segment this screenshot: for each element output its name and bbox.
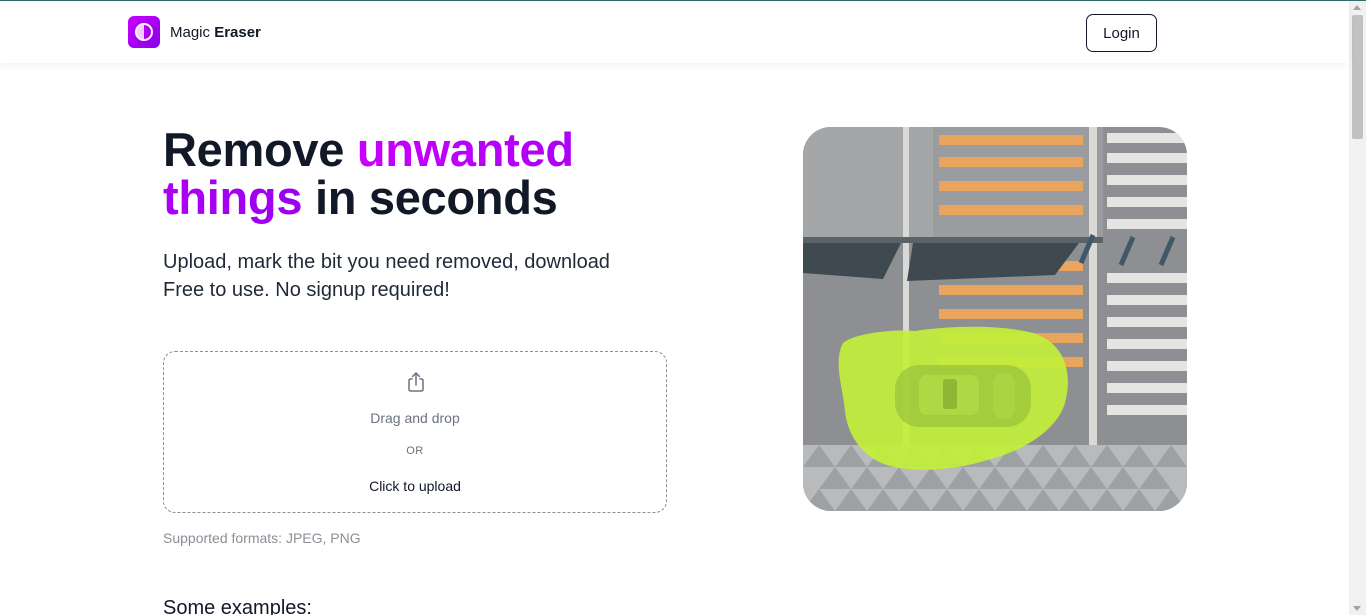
or-separator: OR [406, 445, 424, 457]
hero-subtitle-line1: Upload, mark the bit you need removed, d… [163, 251, 610, 273]
examples-heading: Some examples: [163, 597, 312, 615]
magic-eraser-logo-icon[interactable] [128, 16, 160, 48]
scroll-up-arrow-icon[interactable] [1353, 5, 1361, 10]
brand-name-bold: Eraser [214, 24, 261, 41]
hero-subtitle-line2: Free to use. No signup required! [163, 279, 450, 301]
supported-formats: Supported formats: JPEG, PNG [163, 530, 361, 546]
hero-title-part2: in seconds [302, 171, 558, 224]
aerial-car-crosswalk-image [803, 127, 1187, 511]
hero-example-image [803, 127, 1187, 511]
login-button[interactable]: Login [1086, 14, 1157, 52]
upload-icon [408, 372, 424, 392]
scroll-down-arrow-icon[interactable] [1353, 606, 1361, 611]
brand-name-light: Magic [170, 24, 211, 41]
hero-title-part1: Remove [163, 123, 357, 176]
scroll-thumb[interactable] [1352, 15, 1363, 139]
drag-and-drop-text: Drag and drop [370, 410, 460, 426]
upload-dropzone[interactable]: Drag and drop OR Click to upload [163, 351, 667, 513]
click-to-upload-link[interactable]: Click to upload [164, 478, 666, 494]
hero-subtitle: Upload, mark the bit you need removed, d… [163, 248, 683, 304]
site-header: Magic Eraser Login [0, 1, 1349, 63]
brand-name[interactable]: Magic Eraser [170, 24, 261, 41]
page-scrollbar[interactable] [1349, 1, 1366, 615]
hero-title: Remove unwanted things in seconds [163, 126, 683, 222]
